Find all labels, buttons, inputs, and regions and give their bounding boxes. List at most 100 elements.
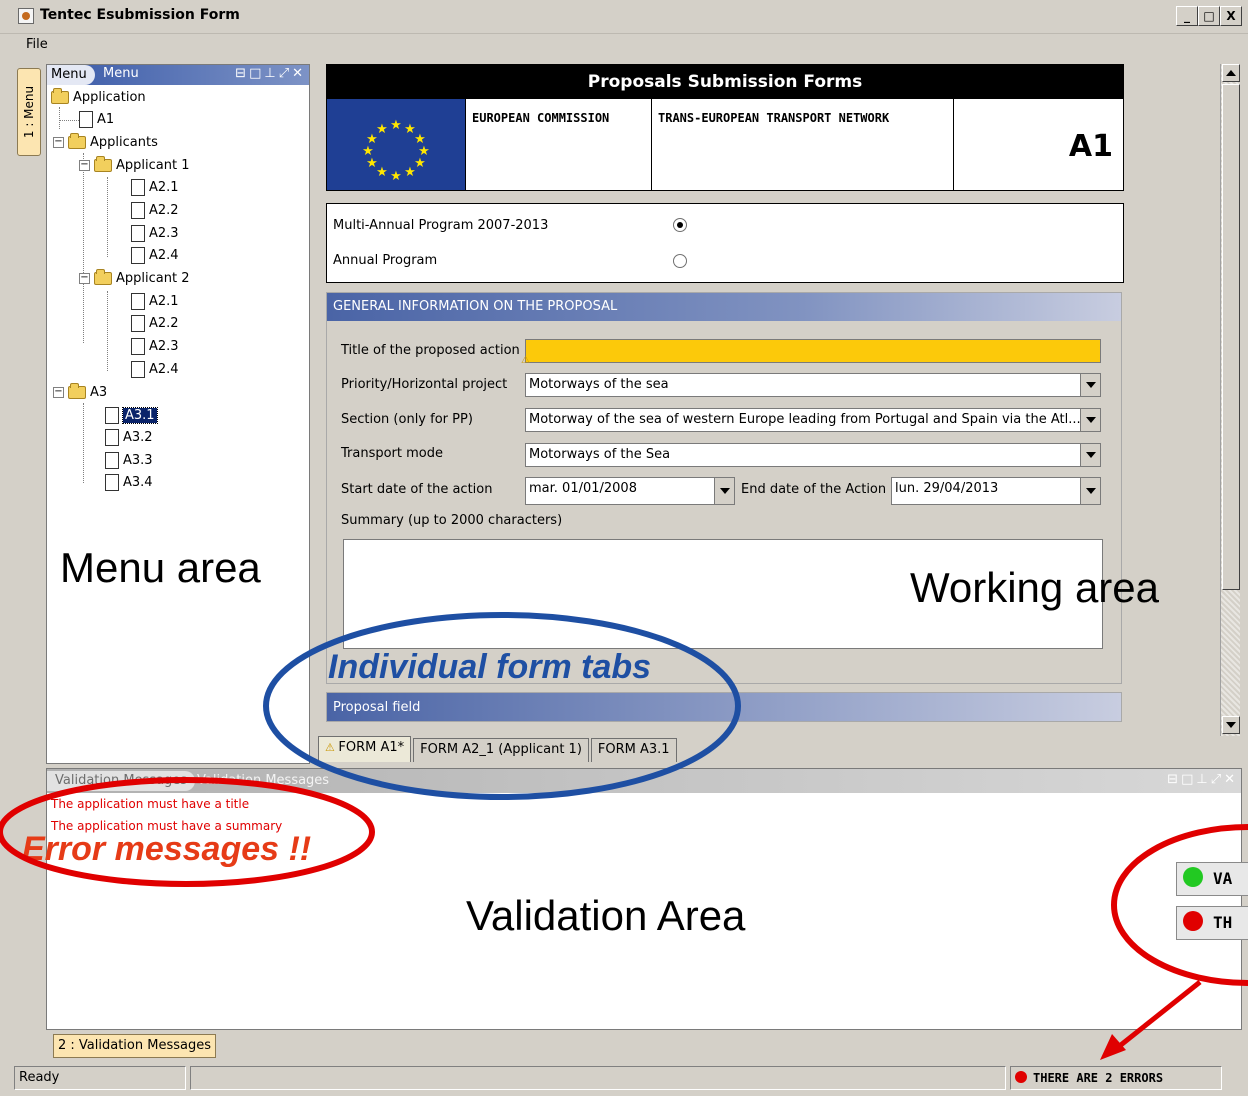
tree-node-applicant-2[interactable]: − Applicant 2 xyxy=(79,268,189,288)
tab-form-a3-1[interactable]: FORM A3.1 xyxy=(590,738,677,762)
transport-label: Transport mode xyxy=(341,446,444,461)
error-count-indicator[interactable]: THERE ARE 2 ERRORS xyxy=(1010,1066,1222,1090)
section-select[interactable]: Motorway of the sea of western Europe le… xyxy=(525,408,1101,432)
folder-icon xyxy=(68,382,86,399)
tree-node-a2-4[interactable]: A2.4 xyxy=(131,245,179,265)
tree-node-a3-4[interactable]: A3.4 xyxy=(105,472,153,492)
folder-icon xyxy=(94,155,112,172)
tree-node-a2-2-b[interactable]: A2.2 xyxy=(131,313,179,333)
close-icon[interactable]: ✕ xyxy=(1224,772,1235,787)
chevron-down-icon[interactable] xyxy=(1080,409,1100,431)
restore-icon[interactable]: ⊟ xyxy=(1167,772,1178,787)
form-header-title: Proposals Submission Forms xyxy=(327,65,1123,99)
callout-valid-indicator: VA xyxy=(1176,862,1248,896)
java-app-icon xyxy=(18,8,34,24)
scroll-thumb[interactable] xyxy=(1222,84,1240,590)
document-icon xyxy=(79,110,93,128)
folder-icon xyxy=(51,87,69,104)
scroll-up-icon[interactable] xyxy=(1222,64,1240,82)
error-message: The application must have a title xyxy=(51,797,250,811)
tree-node-a3-3[interactable]: A3.3 xyxy=(105,450,153,470)
folder-icon xyxy=(68,132,86,149)
tree-node-a1[interactable]: A1 xyxy=(79,109,114,129)
priority-label: Priority/Horizontal project xyxy=(341,377,508,392)
tree-node-a3-2[interactable]: A3.2 xyxy=(105,427,153,447)
tree-node-a2-1-b[interactable]: A2.1 xyxy=(131,291,179,311)
pin-icon[interactable]: ⊥ xyxy=(264,66,275,81)
document-icon xyxy=(105,451,119,469)
float-icon[interactable]: ⤢ xyxy=(1211,772,1221,787)
tree-node-a3[interactable]: − A3 xyxy=(53,382,107,402)
program-annual-radio[interactable] xyxy=(673,254,687,268)
chevron-down-icon[interactable] xyxy=(1080,478,1100,504)
maximize-icon[interactable]: □ xyxy=(1181,772,1193,787)
program-selection: Multi-Annual Program 2007-2013 Annual Pr… xyxy=(326,203,1124,283)
svg-text:★: ★ xyxy=(376,122,388,137)
warning-icon: ⚠ xyxy=(325,741,339,754)
status-bar: Ready THERE ARE 2 ERRORS xyxy=(0,1064,1248,1090)
priority-select[interactable]: Motorways of the sea xyxy=(525,373,1101,397)
tree-node-a2-3-b[interactable]: A2.3 xyxy=(131,336,179,356)
chevron-down-icon[interactable] xyxy=(1080,444,1100,466)
validation-panel-title: Validation Messages xyxy=(197,773,330,788)
menu-panel-tab[interactable]: Menu xyxy=(47,65,95,85)
title-input[interactable] xyxy=(525,339,1101,363)
title-label: Title of the proposed action xyxy=(341,343,520,358)
status-spacer xyxy=(190,1066,1006,1090)
maximize-button[interactable]: □ xyxy=(1198,6,1220,26)
scroll-down-icon[interactable] xyxy=(1222,716,1240,734)
menu-panel-title: Menu xyxy=(103,66,139,81)
close-icon[interactable]: ✕ xyxy=(292,66,303,81)
minimize-button[interactable]: _ xyxy=(1176,6,1198,26)
tab-form-a1[interactable]: ⚠ FORM A1* xyxy=(318,736,412,762)
program-annual-label: Annual Program xyxy=(333,253,438,268)
tree-node-a3-1[interactable]: A3.1 xyxy=(105,405,158,425)
org-european-commission: EUROPEAN COMMISSION xyxy=(465,99,651,190)
svg-text:★: ★ xyxy=(376,165,388,180)
collapse-icon[interactable]: − xyxy=(53,386,64,398)
eu-flag-logo: ★ ★ ★ ★ ★ ★ ★ ★ ★ ★ ★ ★ xyxy=(327,99,465,190)
validation-panel-tab[interactable]: Validation Messages xyxy=(47,771,196,791)
red-status-icon xyxy=(1183,911,1203,931)
working-area-scrollbar[interactable] xyxy=(1220,64,1240,736)
menu-file[interactable]: File xyxy=(26,37,48,52)
working-area: Proposals Submission Forms ★ ★ ★ ★ ★ ★ ★ ★ ★ ★… xyxy=(316,64,1214,736)
callout-arrow-head xyxy=(1100,1034,1126,1060)
transport-select[interactable]: Motorways of the Sea xyxy=(525,443,1101,467)
pin-icon[interactable]: ⊥ xyxy=(1196,772,1207,787)
start-date-label: Start date of the action xyxy=(341,482,493,497)
svg-text:★: ★ xyxy=(390,118,402,133)
tree-node-application[interactable]: Application xyxy=(51,87,146,107)
document-icon xyxy=(105,473,119,491)
chevron-down-icon[interactable] xyxy=(714,478,734,504)
annotation-working-area: Working area xyxy=(910,564,1160,611)
annotation-form-tabs: Individual form tabs xyxy=(328,648,652,686)
chevron-down-icon[interactable] xyxy=(1080,374,1100,396)
collapse-icon[interactable]: − xyxy=(53,136,64,148)
tree-node-applicant-1[interactable]: − Applicant 1 xyxy=(79,155,189,175)
program-multi-radio[interactable] xyxy=(673,218,687,232)
close-button[interactable]: X xyxy=(1220,6,1242,26)
collapse-icon[interactable]: − xyxy=(79,272,90,284)
tree-node-a2-3[interactable]: A2.3 xyxy=(131,223,179,243)
tab-form-a2-1[interactable]: FORM A2_1 (Applicant 1) xyxy=(413,738,589,762)
svg-text:★: ★ xyxy=(414,156,426,171)
maximize-icon[interactable]: □ xyxy=(249,66,261,81)
menu-dock-tab-label: 1 : Menu xyxy=(22,85,37,139)
end-date-picker[interactable]: lun. 29/04/2013 xyxy=(891,477,1101,505)
validation-dock-tab[interactable]: 2 : Validation Messages xyxy=(53,1034,216,1058)
float-icon[interactable]: ⤢ xyxy=(279,66,289,81)
menu-dock-tab[interactable]: 1 : Menu xyxy=(17,68,41,156)
document-icon xyxy=(105,428,119,446)
tree-node-a2-4-b[interactable]: A2.4 xyxy=(131,359,179,379)
tree-node-a2-2[interactable]: A2.2 xyxy=(131,200,179,220)
restore-icon[interactable]: ⊟ xyxy=(235,66,246,81)
document-icon xyxy=(131,246,145,264)
start-date-picker[interactable]: mar. 01/01/2008 xyxy=(525,477,735,505)
tree-node-applicants[interactable]: − Applicants xyxy=(53,132,158,152)
tree-node-a2-1[interactable]: A2.1 xyxy=(131,177,179,197)
general-info-header: GENERAL INFORMATION ON THE PROPOSAL xyxy=(327,293,1121,321)
collapse-icon[interactable]: − xyxy=(79,159,90,171)
summary-label: Summary (up to 2000 characters) xyxy=(341,513,563,528)
callout-error-indicator: TH xyxy=(1176,906,1248,940)
